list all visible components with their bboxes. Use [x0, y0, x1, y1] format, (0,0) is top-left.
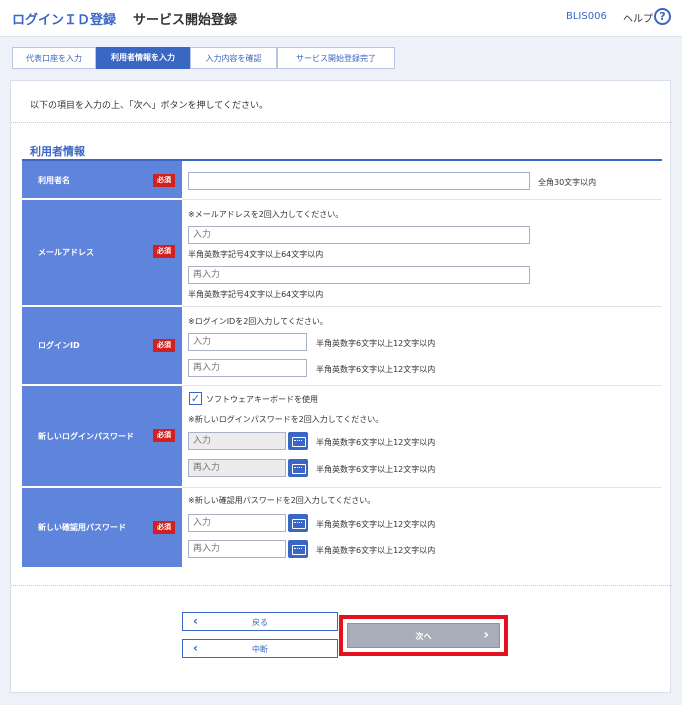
login-password-input[interactable]: [188, 432, 286, 450]
step-confirm: 入力内容を確認: [190, 47, 277, 69]
label-email: メールアドレス 必須: [22, 200, 182, 306]
confirm-password-reenter-note: 半角英数字6文字以上12文字以内: [316, 546, 436, 555]
chevron-right-icon: ›: [483, 627, 489, 643]
email-instruction: ※メールアドレスを2回入力してください。: [188, 210, 344, 219]
keyboard-icon[interactable]: [288, 432, 308, 450]
login-id-note: 半角英数字6文字以上12文字以内: [316, 339, 436, 348]
step-user-info-input: 利用者情報を入力: [96, 47, 190, 69]
email-input[interactable]: [188, 226, 530, 244]
email-reenter-input[interactable]: [188, 266, 530, 284]
required-badge: 必須: [153, 339, 175, 352]
email-reenter-note: 半角英数字記号4文字以上64文字以内: [188, 290, 324, 299]
keyboard-icon[interactable]: [288, 540, 308, 558]
row-divider: [182, 385, 662, 386]
page-header: ログインＩＤ登録 サービス開始登録 BLIS006 ヘルプ ?: [0, 0, 682, 37]
divider: [11, 585, 672, 586]
login-password-note: 半角英数字6文字以上12文字以内: [316, 438, 436, 447]
keyboard-icon[interactable]: [288, 514, 308, 532]
row-divider: [182, 487, 662, 488]
required-badge: 必須: [153, 521, 175, 534]
login-password-reenter-input[interactable]: [188, 459, 286, 477]
suspend-button[interactable]: ‹ 中断: [182, 639, 338, 658]
main-card: 以下の項目を入力の上、「次へ」ボタンを押してください。 利用者情報 利用者名 必…: [10, 80, 672, 693]
required-badge: 必須: [153, 429, 175, 442]
back-button[interactable]: ‹ 戻る: [182, 612, 338, 631]
keyboard-icon[interactable]: [288, 459, 308, 477]
login-id-input[interactable]: [188, 333, 307, 351]
login-id-reenter-input[interactable]: [188, 359, 307, 377]
required-badge: 必須: [153, 245, 175, 258]
section-title: 利用者情報: [30, 145, 85, 158]
login-password-reenter-note: 半角英数字6文字以上12文字以内: [316, 465, 436, 474]
login-id-instruction: ※ログインIDを2回入力してください。: [188, 317, 328, 326]
software-keyboard-label: ソフトウェアキーボードを使用: [206, 395, 318, 404]
step-complete: サービス開始登録完了: [277, 47, 395, 69]
user-name-input[interactable]: [188, 172, 530, 190]
login-password-instruction: ※新しいログインパスワードを2回入力してください。: [188, 415, 384, 424]
row-divider: [182, 199, 662, 200]
confirm-password-input[interactable]: [188, 514, 286, 532]
login-id-reenter-note: 半角英数字6文字以上12文字以内: [316, 365, 436, 374]
email-note: 半角英数字記号4文字以上64文字以内: [188, 250, 324, 259]
help-icon[interactable]: ?: [654, 8, 671, 25]
next-button[interactable]: 次へ ›: [347, 623, 500, 648]
confirm-password-reenter-input[interactable]: [188, 540, 286, 558]
next-button-highlight: 次へ ›: [339, 615, 508, 656]
intro-text: 以下の項目を入力の上、「次へ」ボタンを押してください。: [30, 101, 268, 111]
confirm-password-instruction: ※新しい確認用パスワードを2回入力してください。: [188, 496, 376, 505]
row-divider: [182, 306, 662, 307]
label-confirm-password: 新しい確認用パスワード 必須: [22, 488, 182, 568]
label-login-password: 新しいログインパスワード 必須: [22, 386, 182, 487]
screen-id: BLIS006: [566, 11, 607, 22]
label-user-name: 利用者名 必須: [22, 161, 182, 199]
divider: [11, 122, 672, 123]
app-title: ログインＩＤ登録: [12, 13, 117, 28]
label-login-id: ログインID 必須: [22, 307, 182, 385]
user-name-note: 全角30文字以内: [538, 178, 597, 187]
software-keyboard-checkbox[interactable]: ✓: [189, 392, 202, 405]
confirm-password-note: 半角英数字6文字以上12文字以内: [316, 520, 436, 529]
help-link[interactable]: ヘルプ: [623, 10, 653, 25]
step-account-input: 代表口座を入力: [12, 47, 96, 69]
required-badge: 必須: [153, 174, 175, 187]
page-title: サービス開始登録: [133, 13, 238, 28]
